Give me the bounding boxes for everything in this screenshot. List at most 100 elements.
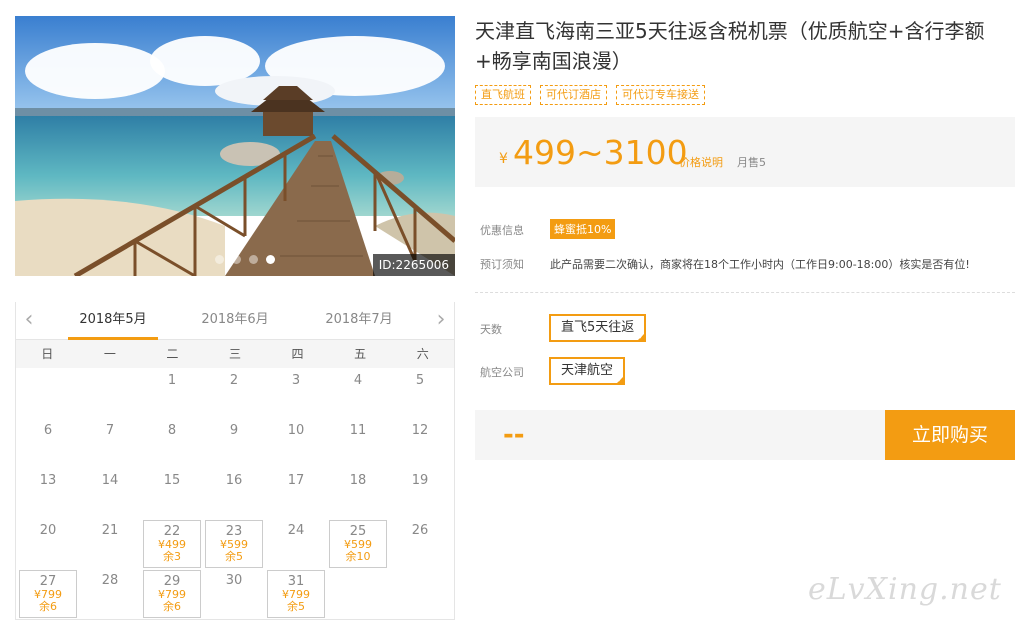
calendar-day: 2: [203, 368, 265, 418]
day-number: 17: [287, 473, 305, 488]
days-option-button[interactable]: 直飞5天往返 ✓: [549, 314, 647, 342]
calendar-day: 10: [265, 418, 327, 468]
calendar-day-available[interactable]: 22 ¥499 余3: [141, 518, 203, 568]
calendar-day-box: 7: [79, 424, 141, 438]
day-number: 13: [39, 473, 57, 488]
calendar-day-available[interactable]: 25 ¥599 余10: [327, 518, 389, 568]
currency-symbol: ¥: [499, 151, 508, 167]
calendar-day-box: 19: [389, 474, 451, 488]
calendar-day: 21: [79, 518, 141, 568]
product-tags: 直飞航班 可代订酒店 可代订专车接送: [475, 85, 705, 105]
tag-hotel-booking[interactable]: 可代订酒店: [540, 85, 607, 105]
calendar-day-box: 3: [265, 374, 327, 388]
calendar-day-box: 18: [327, 474, 389, 488]
calendar-day-available[interactable]: 31 ¥799 余5: [265, 568, 327, 618]
month-tab-july[interactable]: 2018年7月: [314, 302, 404, 340]
day-number: 15: [163, 473, 181, 488]
calendar-days-grid: 1 2 3 4 5 6 7 8 9 10 11 12 13 14 15 16 17 18 19 20 21 22 ¥499 余…: [16, 368, 454, 618]
check-icon: ✓: [638, 333, 645, 341]
calendar-day: 13: [17, 468, 79, 518]
carousel-dots: [215, 255, 275, 264]
calendar-day-available[interactable]: 23 ¥599 余5: [203, 518, 265, 568]
calendar-day-available[interactable]: 27 ¥799 余6: [17, 568, 79, 618]
month-tab-june[interactable]: 2018年6月: [190, 302, 280, 340]
day-number: 23: [225, 524, 243, 539]
calendar-day: 15: [141, 468, 203, 518]
buy-now-button[interactable]: 立即购买: [885, 410, 1015, 460]
calendar-day-box[interactable]: 29 ¥799 余6: [143, 570, 201, 618]
calendar-day-box[interactable]: 25 ¥599 余10: [329, 520, 387, 568]
calendar-day-box: 11: [327, 424, 389, 438]
day-number: 1: [167, 373, 177, 388]
day-number: 18: [349, 473, 367, 488]
airline-option-label: 天津航空: [561, 363, 614, 378]
calendar-day-box[interactable]: 22 ¥499 余3: [143, 520, 201, 568]
tag-direct-flight[interactable]: 直飞航班: [475, 85, 531, 105]
airline-option-button[interactable]: 天津航空 ✓: [549, 357, 626, 385]
carousel-dot[interactable]: [232, 255, 241, 264]
days-option-label: 直飞5天往返: [561, 320, 635, 335]
day-number: 19: [411, 473, 429, 488]
day-number: 20: [39, 523, 57, 538]
calendar-day: 16: [203, 468, 265, 518]
chevron-right-icon[interactable]: ›: [428, 308, 454, 332]
calendar-day-box: 28: [79, 574, 141, 588]
calendar-day-box: 6: [17, 424, 79, 438]
promo-label: 优惠信息: [480, 224, 524, 237]
day-stock: 余6: [39, 600, 57, 613]
total-price: --: [503, 420, 525, 450]
day-number: 22: [163, 524, 181, 539]
day-stock: 余10: [345, 550, 371, 563]
day-number: 6: [43, 423, 53, 438]
calendar-day-box: 17: [265, 474, 327, 488]
day-number: 8: [167, 423, 177, 438]
day-number: 26: [411, 523, 429, 538]
calendar-day-box: 24: [265, 524, 327, 538]
tag-car-transfer[interactable]: 可代订专车接送: [616, 85, 705, 105]
price-explain-link[interactable]: 价格说明: [679, 154, 723, 170]
calendar-day: 11: [327, 418, 389, 468]
product-photo[interactable]: ID:2265006: [15, 16, 455, 276]
weekday-mon: 一: [103, 347, 116, 361]
day-stock: 余5: [225, 550, 243, 563]
calendar-day-box: 26: [389, 524, 451, 538]
day-number: 31: [287, 574, 305, 589]
day-stock: 余6: [163, 600, 181, 613]
day-number: 5: [415, 373, 425, 388]
promo-badge: 蜂蜜抵10%: [550, 219, 616, 239]
chevron-left-icon[interactable]: ‹: [16, 308, 42, 332]
calendar-day: 24: [265, 518, 327, 568]
calendar-day: 7: [79, 418, 141, 468]
calendar-day: 19: [389, 468, 451, 518]
calendar-day-box: 13: [17, 474, 79, 488]
section-divider: [475, 292, 1015, 293]
calendar-day: 17: [265, 468, 327, 518]
day-number: 29: [163, 574, 181, 589]
calendar-day-box[interactable]: 27 ¥799 余6: [19, 570, 77, 618]
carousel-dot[interactable]: [249, 255, 258, 264]
day-number: 30: [225, 573, 243, 588]
calendar-day: 30: [203, 568, 265, 618]
day-number: 7: [105, 423, 115, 438]
calendar-day-available[interactable]: 29 ¥799 余6: [141, 568, 203, 618]
day-number: 4: [353, 373, 363, 388]
calendar-day-box: 10: [265, 424, 327, 438]
calendar-day-box: 2: [203, 374, 265, 388]
day-number: 10: [287, 423, 305, 438]
calendar-day-box: 30: [203, 574, 265, 588]
day-number: 2: [229, 373, 239, 388]
month-tab-may[interactable]: 2018年5月: [68, 302, 158, 340]
calendar-day-box: 14: [79, 474, 141, 488]
carousel-dot[interactable]: [215, 255, 224, 264]
image-id-badge: ID:2265006: [372, 254, 455, 276]
weekday-wed: 三: [228, 347, 241, 361]
days-label: 天数: [480, 323, 502, 336]
calendar-day-box[interactable]: 23 ¥599 余5: [205, 520, 263, 568]
day-stock: 余3: [163, 550, 181, 563]
day-number: 16: [225, 473, 243, 488]
weekday-fri: 五: [354, 347, 367, 361]
calendar-day-box: 15: [141, 474, 203, 488]
carousel-dot-active[interactable]: [266, 255, 275, 264]
calendar-day-box[interactable]: 31 ¥799 余5: [267, 570, 325, 618]
calendar-day-box: 21: [79, 524, 141, 538]
